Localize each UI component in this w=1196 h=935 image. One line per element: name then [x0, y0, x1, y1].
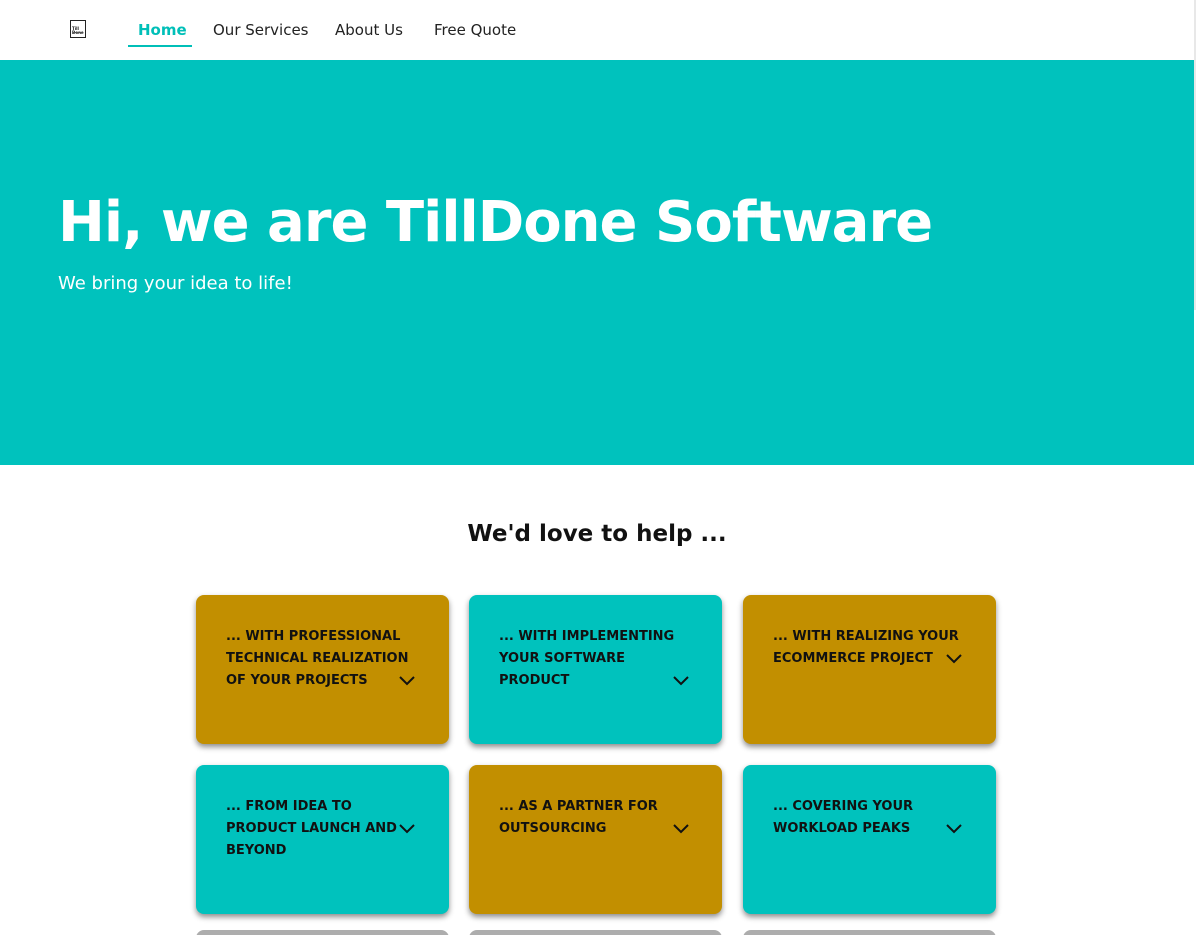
nav-item-about-us[interactable]: About Us [335, 20, 403, 48]
nav-item-our-services[interactable]: Our Services [213, 20, 309, 48]
service-card-software-product[interactable]: ... with implementing your software prod… [469, 595, 722, 744]
service-card-next-row [196, 930, 449, 935]
top-navbar: Till Done Home Our Services About Us Fre… [0, 0, 1196, 310]
service-card-technical-realization[interactable]: ... with professional technical realizat… [196, 595, 449, 744]
chevron-down-icon[interactable] [946, 654, 962, 664]
service-card-workload-peaks[interactable]: ... covering your workload peaks [743, 765, 996, 914]
nav-item-free-quote[interactable]: Free Quote [434, 20, 516, 48]
card-label: ... with professional technical realizat… [226, 629, 409, 688]
chevron-down-icon[interactable] [673, 824, 689, 834]
logo-divider [73, 32, 83, 33]
card-label: ... with implementing your software prod… [499, 629, 675, 688]
card-label: ... as a partner for outsourcing [499, 799, 658, 836]
service-card-outsourcing[interactable]: ... as a partner for outsourcing [469, 765, 722, 914]
page: Till Done Home Our Services About Us Fre… [0, 0, 1196, 935]
active-nav-indicator [128, 45, 192, 47]
card-label: ... with realizing your eCommerce projec… [773, 629, 959, 666]
hero-title: Hi, we are TillDone Software [58, 190, 933, 255]
service-card-next-row [469, 930, 722, 935]
chevron-down-icon[interactable] [673, 676, 689, 686]
service-card-next-row [743, 930, 996, 935]
section-title: We'd love to help ... [467, 521, 727, 547]
chevron-down-icon[interactable] [946, 824, 962, 834]
company-logo[interactable]: Till Done [70, 20, 86, 38]
card-label: ... from idea to product launch and beyo… [226, 799, 397, 858]
card-label: ... covering your workload peaks [773, 799, 914, 836]
chevron-down-icon[interactable] [399, 676, 415, 686]
service-card-idea-to-launch[interactable]: ... from idea to product launch and beyo… [196, 765, 449, 914]
nav-item-home[interactable]: Home [138, 20, 187, 48]
hero-subtitle: We bring your idea to life! [58, 273, 293, 294]
service-card-ecommerce[interactable]: ... with realizing your eCommerce projec… [743, 595, 996, 744]
chevron-down-icon[interactable] [399, 824, 415, 834]
hero-banner: Hi, we are TillDone Software We bring yo… [0, 60, 1194, 465]
logo-text: Till Done [72, 26, 84, 35]
